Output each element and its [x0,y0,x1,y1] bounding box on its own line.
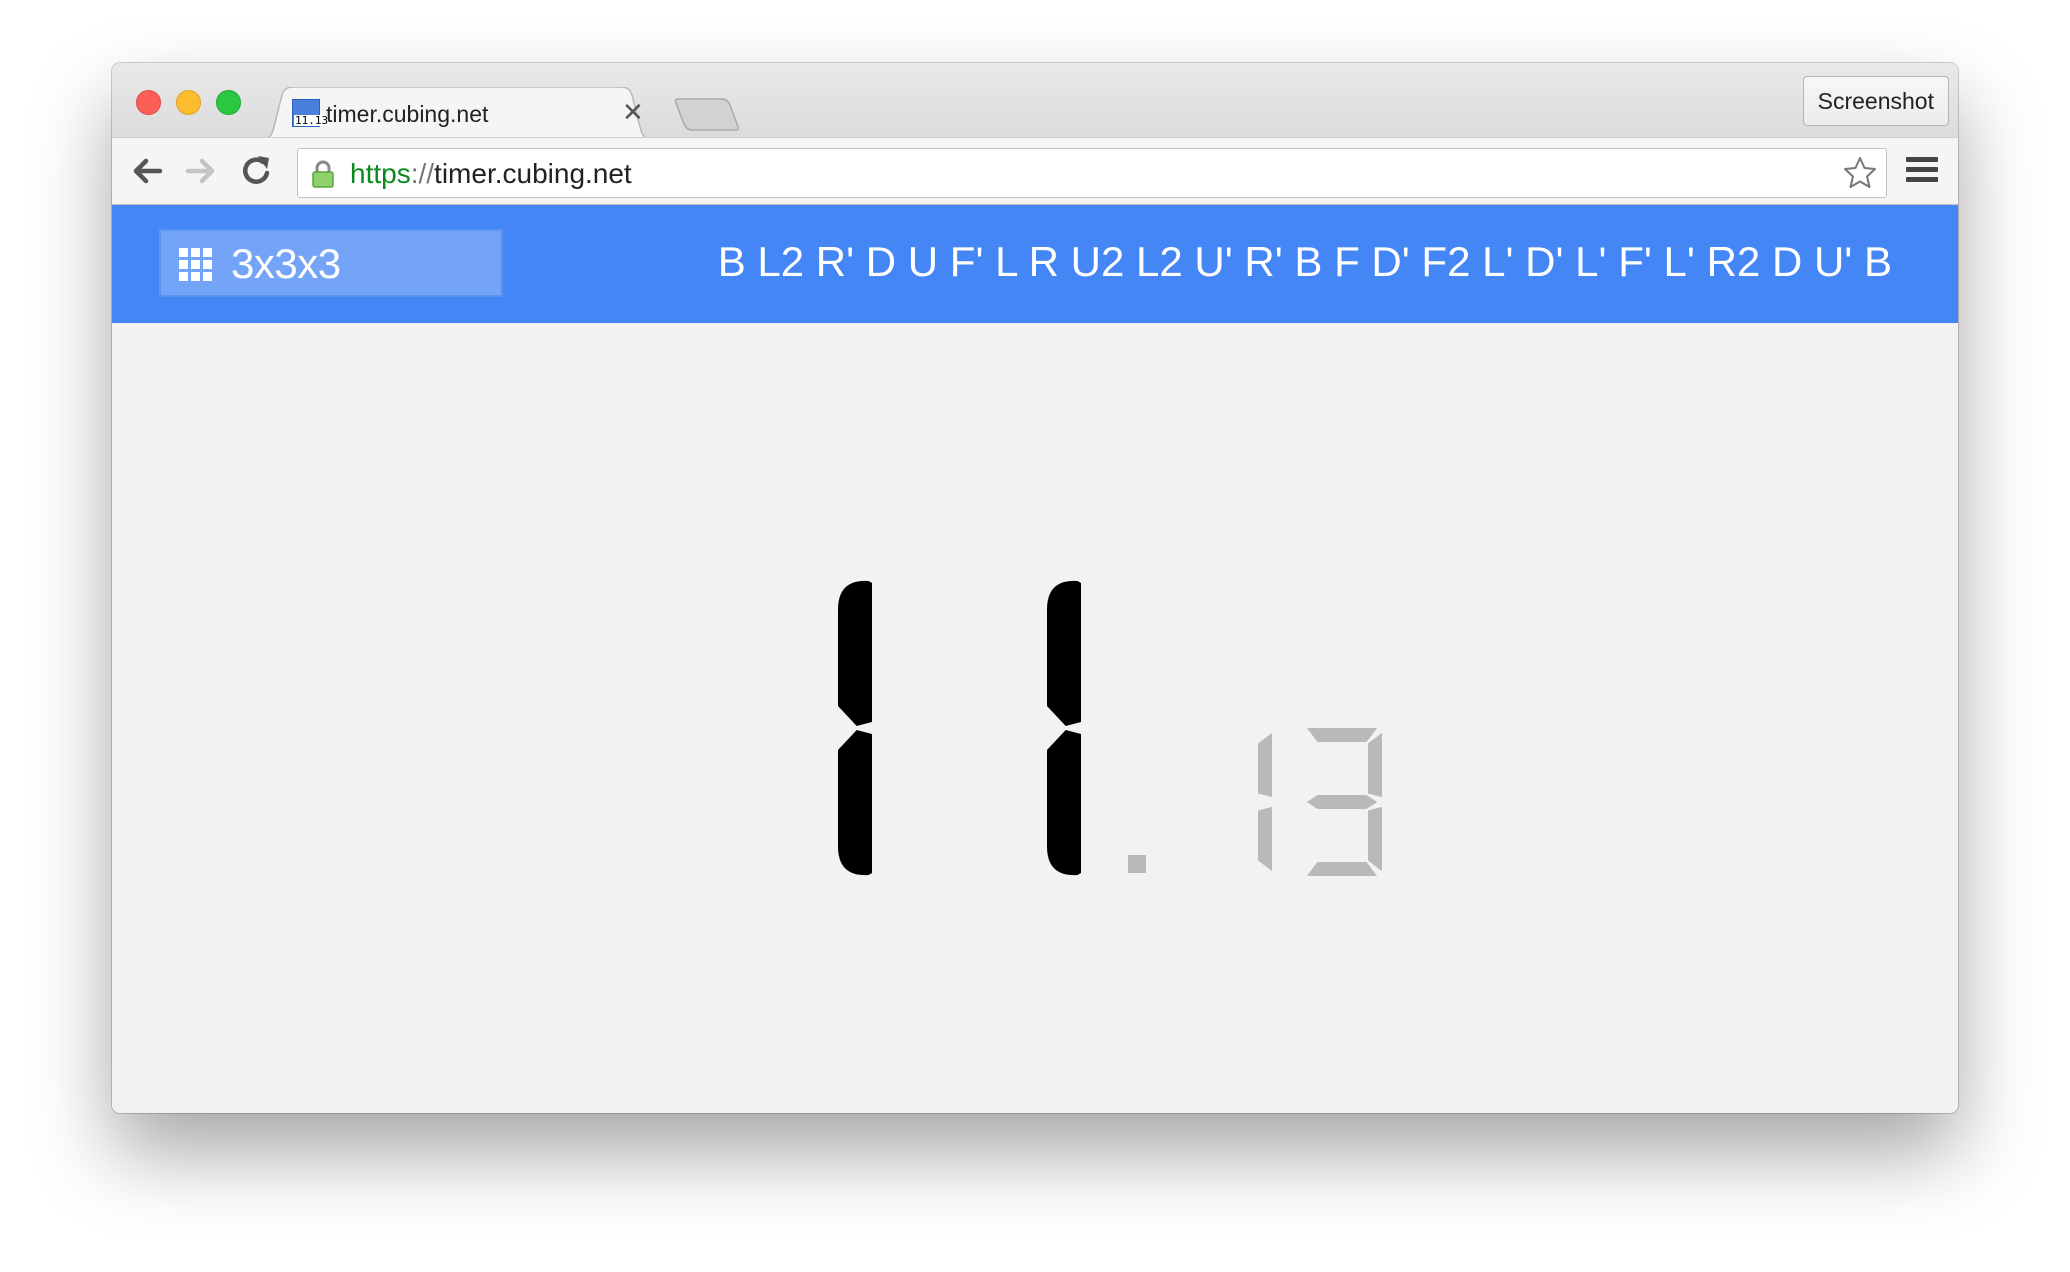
timer-fraction-digit-1-segment-a [1306,728,1378,742]
url-host: timer.cubing.net [434,158,632,189]
timer-fraction-digit-1-segment-g [1306,795,1378,809]
timer-area[interactable]: 11 . 13 [112,323,1958,1113]
address-bar[interactable]: https://timer.cubing.net [297,148,1887,198]
lock-icon [312,160,334,188]
new-tab-button[interactable] [674,97,740,131]
screenshot-button[interactable]: Screenshot [1802,76,1949,126]
url-scheme: https [350,158,411,189]
timer-decimal-point [1128,855,1146,873]
grid-icon [179,248,213,282]
url-separator: :// [410,158,435,189]
timer-seconds-digit-1-segment-top [1047,580,1081,726]
back-arrow-icon[interactable] [128,152,166,190]
favicon-icon: 11.13 [292,99,330,127]
timer-seconds-digit-1-segment-bottom [1047,730,1081,876]
scramble-text: B L2 R' D U F' L R U2 L2 U' R' B F D' F2… [717,238,1892,285]
browser-window: 11.13 timer.cubing.net ✕ Screenshot http… [112,63,1958,1113]
timer-seconds-digit-0-segment-top [838,580,872,726]
timer-fraction-digit-0-segment-c [1258,806,1272,872]
timer-fraction-digit-0-segment-b [1258,732,1272,798]
close-window-icon[interactable] [136,90,161,115]
event-selector[interactable]: 3x3x3 [159,229,503,297]
event-label: 3x3x3 [231,240,341,287]
favicon-text: 11.13 [294,114,330,127]
reload-icon[interactable] [238,152,276,190]
timer-fraction-digit-1-segment-d [1306,862,1378,876]
minimize-window-icon[interactable] [176,90,201,115]
menu-icon[interactable] [1906,157,1938,185]
forward-arrow-icon[interactable] [182,152,220,190]
app-header: 3x3x3 B L2 R' D U F' L R U2 L2 U' R' B F… [112,205,1958,323]
tab-strip: 11.13 timer.cubing.net ✕ Screenshot [112,63,1958,139]
url-text: https://timer.cubing.net [350,158,632,190]
timer-seconds-digit-0-segment-bottom [838,730,872,876]
timer-fraction-digit-1-segment-b [1368,732,1382,798]
tab-active[interactable]: 11.13 timer.cubing.net ✕ [262,87,652,139]
tab-title: timer.cubing.net [326,101,489,127]
timer-display: 11 . 13 [838,580,1382,876]
timer-fraction-digit-1-segment-c [1368,806,1382,872]
browser-toolbar: https://timer.cubing.net [112,137,1958,205]
maximize-window-icon[interactable] [216,90,241,115]
star-icon[interactable] [1842,155,1878,191]
tab-close-icon[interactable]: ✕ [622,99,644,125]
